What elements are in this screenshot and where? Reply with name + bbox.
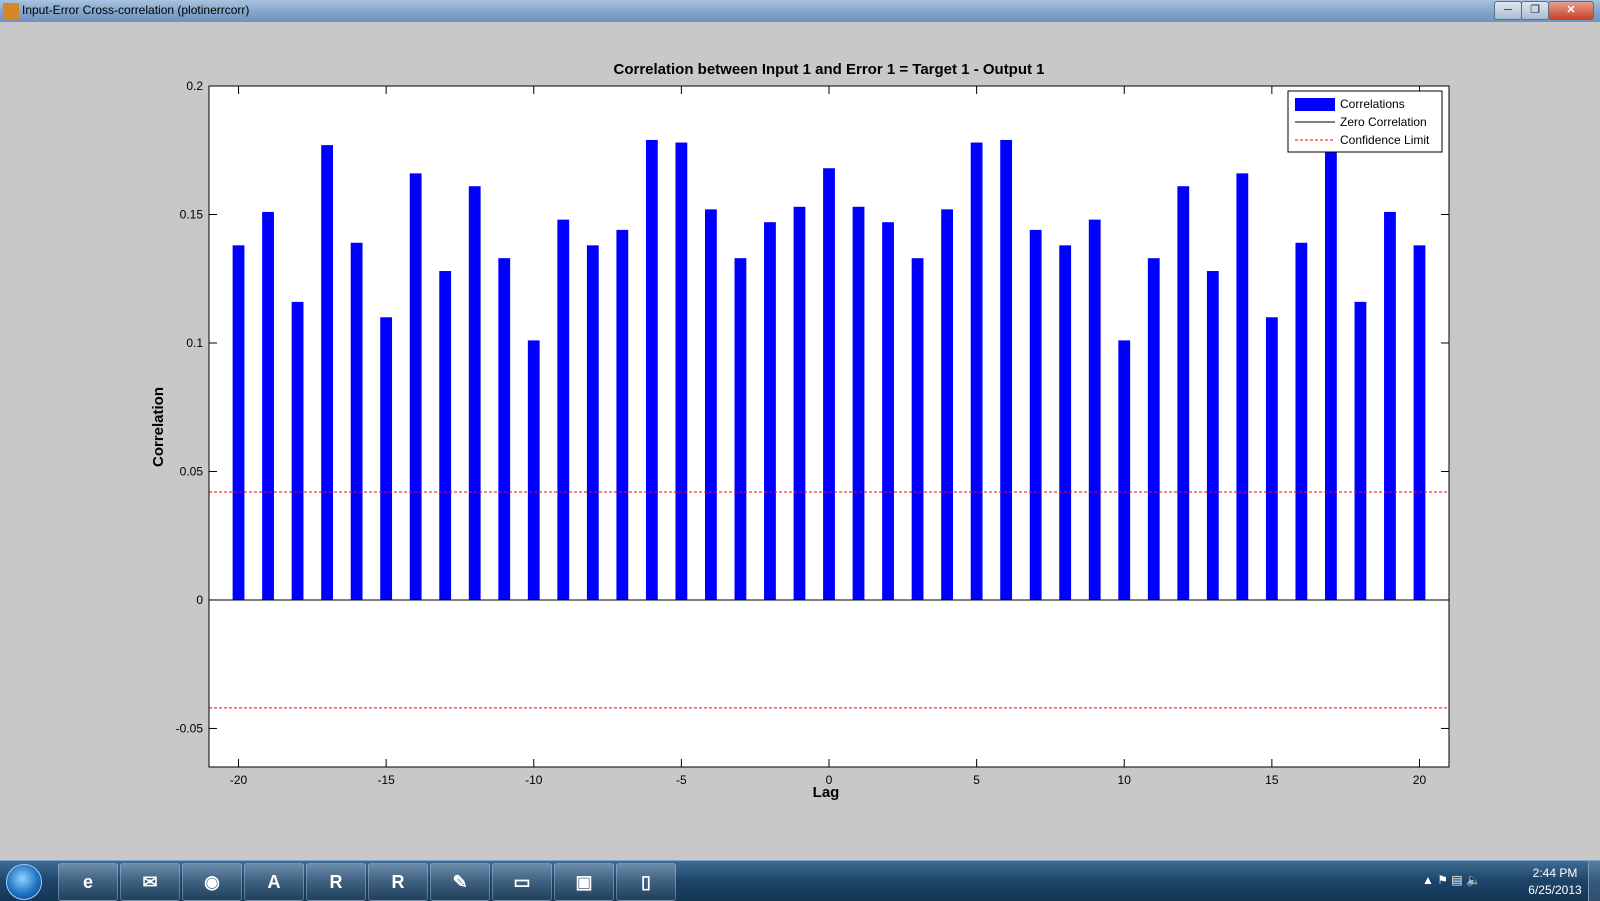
- x-tick-label: 15: [1265, 773, 1279, 787]
- taskbar-app-acrobat[interactable]: A: [244, 863, 304, 901]
- acrobat-icon: A: [267, 872, 281, 892]
- legend-swatch-correlations: [1295, 98, 1335, 111]
- correlation-bar: [321, 145, 333, 600]
- start-button[interactable]: [6, 864, 42, 900]
- correlation-bar: [1413, 245, 1426, 600]
- correlation-bar: [645, 139, 658, 600]
- correlation-bar: [941, 209, 953, 600]
- correlation-bar: [1177, 186, 1190, 600]
- y-tick-label: -0.05: [176, 721, 204, 735]
- correlation-bar: [911, 258, 924, 600]
- y-tick-label: 0: [196, 593, 203, 607]
- correlation-bar: [1059, 245, 1072, 600]
- correlation-bar: [764, 222, 776, 600]
- x-tick-label: 20: [1413, 773, 1427, 787]
- clock-time[interactable]: 2:44 PM: [1520, 866, 1590, 880]
- clock-date[interactable]: 6/25/2013: [1520, 883, 1590, 897]
- rstudio-icon: R: [391, 872, 405, 892]
- blank-file-icon: ▯: [641, 872, 651, 892]
- close-button[interactable]: ✕: [1548, 1, 1594, 20]
- internet-explorer-icon: e: [82, 872, 93, 892]
- x-tick-label: -10: [525, 773, 543, 787]
- correlation-bar: [1265, 317, 1278, 600]
- correlation-bar: [1118, 340, 1131, 600]
- correlation-bar: [1325, 145, 1337, 600]
- taskbar-app-matlab-editor[interactable]: ✎: [430, 863, 490, 901]
- legend-label: Correlations: [1340, 97, 1405, 111]
- maximize-button[interactable]: ❐: [1521, 1, 1549, 20]
- correlation-bar: [882, 222, 894, 600]
- correlation-bar: [1354, 301, 1367, 600]
- y-tick-label: 0.05: [180, 464, 204, 478]
- y-axis-label: Correlation: [150, 387, 167, 467]
- r-console-icon: R: [329, 872, 343, 892]
- minimize-button[interactable]: ─: [1494, 1, 1522, 20]
- correlation-bar: [616, 229, 629, 600]
- legend-label: Zero Correlation: [1340, 115, 1427, 129]
- correlation-bar: [409, 173, 422, 600]
- legend: Correlations Zero Correlation Confidence L…: [1287, 90, 1443, 153]
- taskbar-app-documents[interactable]: ▭: [492, 863, 552, 901]
- image-viewer-icon: ▣: [575, 872, 593, 892]
- show-desktop-button[interactable]: [1588, 861, 1600, 901]
- bars-group: [232, 139, 1426, 600]
- taskbar-app-blank-file[interactable]: ▯: [616, 863, 676, 901]
- correlation-bar: [793, 206, 806, 600]
- correlation-bar: [527, 340, 540, 600]
- correlation-bar: [970, 142, 983, 600]
- x-tick-label: -5: [676, 773, 687, 787]
- matlab-icon: [3, 3, 19, 19]
- taskbar-app-r-console[interactable]: R: [306, 863, 366, 901]
- correlation-bar: [439, 271, 452, 600]
- window-titlebar: Input-Error Cross-correlation (plotinerr…: [0, 0, 1600, 23]
- legend-label: Confidence Limit: [1340, 133, 1430, 147]
- correlation-bar: [734, 258, 747, 600]
- taskbar: e ✉ ◉ A R R ✎ ▭ ▣ ▯ ▲ ⚑ ▤ 🔈 2:44 PM 6/25/2013: [0, 860, 1600, 901]
- correlation-bar: [675, 142, 688, 600]
- taskbar-app-image-viewer[interactable]: ▣: [554, 863, 614, 901]
- correlation-bar: [1147, 258, 1160, 600]
- firefox-icon: ◉: [204, 872, 220, 892]
- correlation-bar: [350, 242, 363, 600]
- taskbar-app-internet-explorer[interactable]: e: [58, 863, 118, 901]
- documents-icon: ▭: [513, 872, 531, 892]
- correlation-bar: [1236, 173, 1249, 600]
- correlation-bar: [232, 245, 245, 600]
- taskbar-app-outlook[interactable]: ✉: [120, 863, 180, 901]
- correlation-bar: [291, 301, 304, 600]
- x-tick-label: 10: [1118, 773, 1132, 787]
- correlation-bar: [557, 219, 570, 600]
- correlation-bar: [1206, 271, 1219, 600]
- taskbar-app-rstudio[interactable]: R: [368, 863, 428, 901]
- correlation-bar: [1000, 139, 1013, 600]
- y-tick-label: 0.2: [186, 79, 203, 93]
- correlation-bar: [586, 245, 599, 600]
- x-tick-label: -15: [377, 773, 395, 787]
- correlation-bar: [1295, 242, 1308, 600]
- x-tick-label: -20: [230, 773, 248, 787]
- chart-title: Correlation between Input 1 and Error 1 …: [613, 61, 1044, 78]
- system-tray-icons[interactable]: ▲ ⚑ ▤ 🔈: [1422, 873, 1481, 887]
- outlook-icon: ✉: [142, 872, 158, 892]
- taskbar-app-firefox[interactable]: ◉: [182, 863, 242, 901]
- correlation-bar: [380, 317, 393, 600]
- correlation-bar: [823, 168, 835, 600]
- chart: -20 -15 -10 -5 0 5 10 15 20-0.0500.050.10.150.2 …: [150, 61, 1450, 801]
- x-axis-label: Lag: [813, 784, 840, 801]
- matlab-editor-icon: ✎: [452, 872, 468, 892]
- correlation-bar: [1029, 229, 1042, 600]
- figure-area: -20 -15 -10 -5 0 5 10 15 20 -0.05 0 0.05 0.1 0.15 0.2 …: [0, 22, 1600, 860]
- correlation-bar: [468, 186, 481, 600]
- correlation-bar: [262, 211, 274, 600]
- correlation-bar: [1088, 219, 1101, 600]
- window-title: Input-Error Cross-correlation (plotinerr…: [22, 3, 250, 17]
- correlation-bar: [852, 206, 865, 600]
- correlation-bar: [498, 258, 511, 600]
- x-tick-label: 5: [973, 773, 980, 787]
- y-tick-label: 0.1: [186, 336, 203, 350]
- correlation-bar: [705, 209, 717, 600]
- y-tick-label: 0.15: [180, 207, 204, 221]
- correlation-bar: [1384, 211, 1396, 600]
